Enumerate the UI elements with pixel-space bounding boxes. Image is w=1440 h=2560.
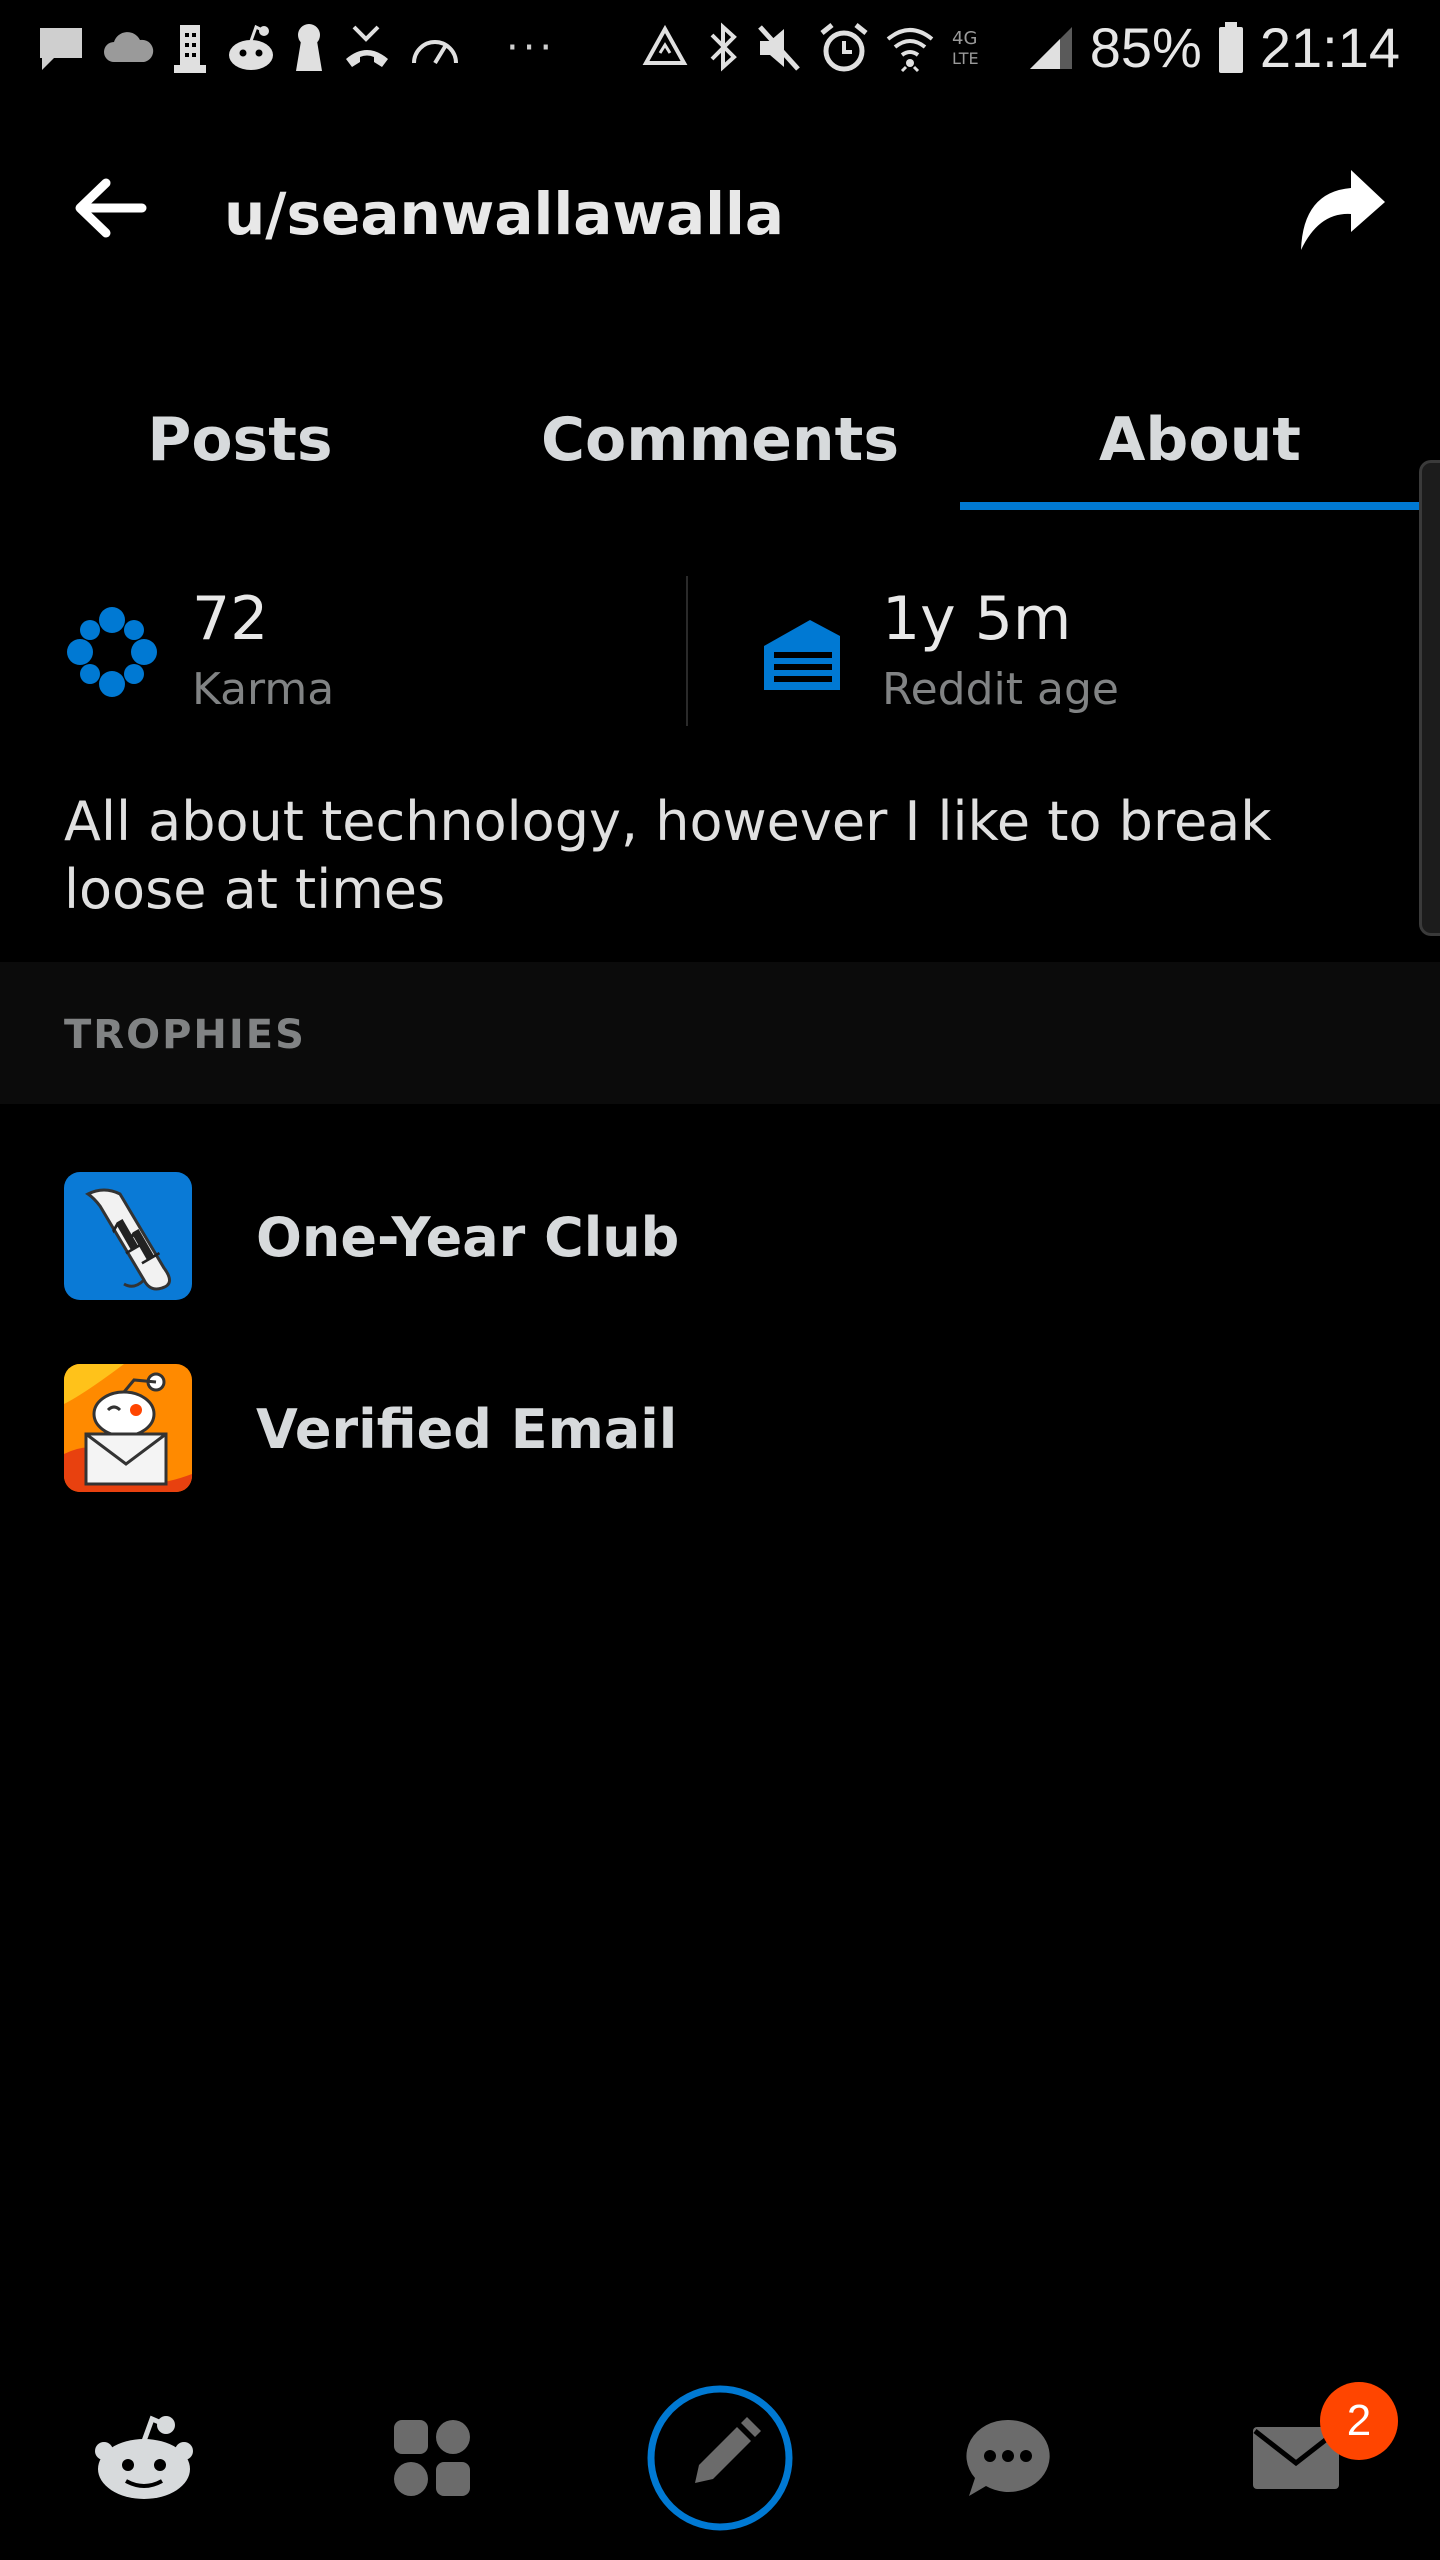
tab-posts[interactable]: Posts: [0, 370, 480, 510]
share-icon: [1293, 166, 1387, 260]
clock: 21:14: [1259, 16, 1400, 79]
trophies-section-header: TROPHIES: [0, 962, 1440, 1104]
wifi-icon: [884, 21, 936, 75]
karma-icon: [66, 606, 158, 702]
tab-selected-indicator: [960, 502, 1440, 510]
cake-icon: [760, 616, 842, 696]
svg-text:4G: 4G: [952, 28, 977, 49]
profile-bio: All about technology, however I like to …: [64, 790, 1272, 921]
communities-icon: [392, 2418, 472, 2502]
lte-icon: 4G LTE: [950, 26, 1012, 70]
tab-about[interactable]: About: [960, 370, 1440, 510]
nav-chat[interactable]: [864, 2360, 1152, 2560]
trophy-name: One-Year Club: [256, 1206, 680, 1269]
page-title: u/seanwallawalla: [224, 180, 785, 248]
arrow-left-icon: [72, 175, 148, 245]
cloud-icon: [100, 28, 156, 68]
karma-value: 72: [192, 584, 269, 654]
speedometer-icon: [408, 23, 462, 73]
reddit-icon: [224, 23, 278, 73]
tab-comments[interactable]: Comments: [480, 370, 960, 510]
inbox-badge: 2: [1320, 2382, 1398, 2460]
back-button[interactable]: [60, 165, 160, 255]
karma-label: Karma: [192, 664, 335, 715]
toolbar: u/seanwallawalla: [0, 120, 1440, 300]
missed-call-icon: [340, 23, 394, 73]
nav-communities[interactable]: [288, 2360, 576, 2560]
nav-home[interactable]: [0, 2360, 288, 2560]
battery-percent: 85%: [1089, 16, 1202, 79]
recycle-icon: [638, 23, 692, 73]
trophy-item[interactable]: Verified Email: [0, 1342, 1440, 1512]
bluetooth-icon: [706, 21, 740, 75]
bottom-navigation: [0, 2360, 1440, 2560]
status-right-icons: 4G LTE 85% 21:14: [638, 18, 1400, 78]
trophy-name: Verified Email: [256, 1398, 678, 1461]
svg-text:LTE: LTE: [952, 49, 979, 68]
home-icon: [94, 2413, 194, 2507]
nav-inbox[interactable]: [1152, 2360, 1440, 2560]
alarm-icon: [818, 21, 870, 75]
trophies-label: TROPHIES: [64, 1012, 306, 1058]
verified-email-icon: [64, 1364, 192, 1492]
reddit-age-value: 1y 5m: [882, 584, 1072, 654]
nav-create-post[interactable]: [576, 2360, 864, 2560]
trophy-item[interactable]: 1 1 One-Year Club: [0, 1150, 1440, 1320]
one-year-club-icon: 1 1: [64, 1172, 192, 1300]
chat-icon: [963, 2416, 1053, 2504]
battery-icon: [1216, 20, 1246, 76]
share-button[interactable]: [1280, 158, 1400, 268]
signal-icon: [1026, 23, 1076, 73]
mute-icon: [754, 21, 804, 75]
status-left-icons: ···: [36, 18, 556, 78]
message-icon: [36, 22, 86, 74]
create-post-icon: [645, 2383, 795, 2537]
profile-tabs: Posts Comments About: [0, 370, 1440, 510]
reddit-age-label: Reddit age: [882, 664, 1119, 715]
overflow-dots: ···: [506, 25, 557, 71]
keyhole-icon: [292, 21, 326, 75]
status-bar: ··· 4G LTE 85% 21:14: [0, 0, 1440, 96]
building-icon: [170, 21, 210, 75]
profile-stats: 72 Karma 1y 5m Reddit age: [0, 570, 1440, 730]
stats-divider: [686, 576, 688, 726]
